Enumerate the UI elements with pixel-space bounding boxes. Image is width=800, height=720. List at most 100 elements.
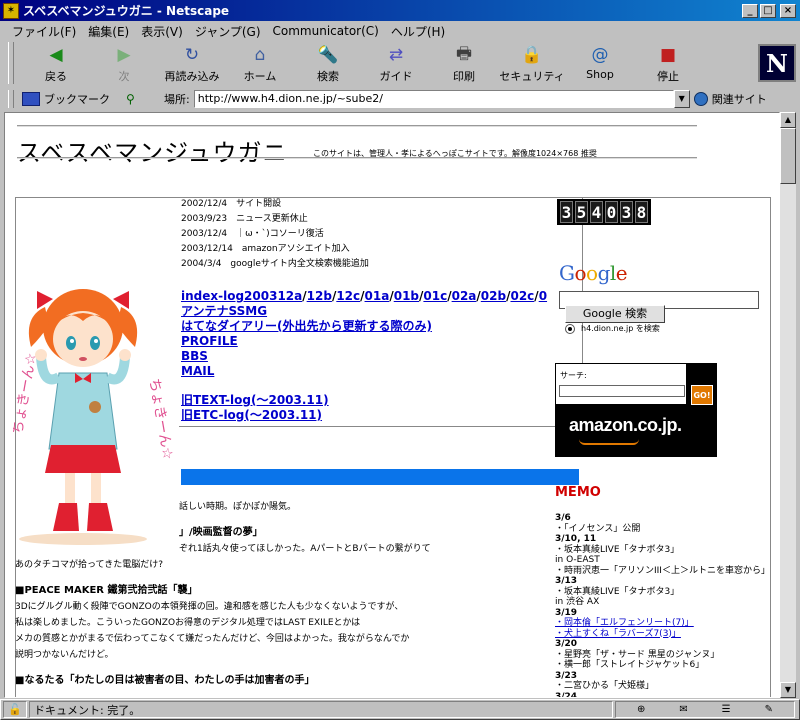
memo-date: 3/10, 11 xyxy=(555,534,597,544)
memo-link[interactable]: ・岡本倫「エルフェンリート(7)」 xyxy=(555,618,770,629)
amazon-go-button[interactable]: GO! xyxy=(691,385,713,405)
bbs-link[interactable]: BBS xyxy=(181,349,208,363)
mail-tray-icon[interactable]: ✉ xyxy=(679,704,687,715)
log-link[interactable]: 0 xyxy=(539,289,547,303)
log-link[interactable]: 02a xyxy=(452,289,477,303)
log-link[interactable]: 01c xyxy=(423,289,447,303)
menu-help[interactable]: ヘルプ(H) xyxy=(385,23,451,40)
memo-link[interactable]: ・犬上すくね「ラバーズ7(3)」 xyxy=(555,629,770,640)
navigation-toolbar: ◀ 戻る ▶ 次 ↻ 再読み込み ⌂ ホーム 🔦 検索 ⇄ ガイド 🖶 印刷 🔒… xyxy=(0,42,800,88)
netscape-logo[interactable]: N xyxy=(758,44,796,82)
log-link[interactable]: 01b xyxy=(394,289,419,303)
toolbar-grip[interactable] xyxy=(8,42,14,84)
shop-icon: @ xyxy=(591,45,609,65)
shop-button[interactable]: @ Shop xyxy=(566,42,634,86)
old-etc-log-link[interactable]: 旧ETC-log(〜2003.11) xyxy=(181,408,322,422)
related-sites-button[interactable]: 関連サイト xyxy=(693,91,767,107)
reload-button[interactable]: ↻ 再読み込み xyxy=(158,42,226,86)
maximize-button[interactable]: □ xyxy=(760,3,776,18)
svg-text:ちょきーん☆: ちょきーん☆ xyxy=(13,351,40,435)
old-text-log-link[interactable]: 旧TEXT-log(〜2003.11) xyxy=(181,393,329,407)
url-dropdown-button[interactable]: ▼ xyxy=(673,90,690,108)
menu-edit[interactable]: 編集(E) xyxy=(82,23,135,40)
menu-go[interactable]: ジャンプ(G) xyxy=(189,23,267,40)
security-label: セキュリティ xyxy=(499,70,565,83)
memo-date: 3/6 xyxy=(555,513,571,523)
mail-link[interactable]: MAIL xyxy=(181,364,214,378)
memo-item: ・二宮ひかる「犬姫様」 xyxy=(555,681,655,691)
search-button[interactable]: 🔦 検索 xyxy=(294,42,362,86)
minimize-button[interactable]: _ xyxy=(742,3,758,18)
vertical-scrollbar[interactable]: ▲ ▼ xyxy=(780,112,796,698)
log-link[interactable]: 01a xyxy=(365,289,390,303)
scroll-up-button[interactable]: ▲ xyxy=(780,112,796,128)
google-site-radio[interactable]: h4.dion.ne.jp を検索 xyxy=(565,323,660,334)
news-line: あのタチコマが拾ってきた電脳だけ? xyxy=(15,560,164,570)
location-grip[interactable] xyxy=(8,90,14,108)
menu-file[interactable]: ファイル(F) xyxy=(6,23,82,40)
security-status-icon[interactable]: 🔓 xyxy=(3,701,27,718)
memo-item: ・星野亮「ザ・サード 黒星のジャンヌ」 xyxy=(555,649,720,660)
page-content: スベスベマンジュウガニ このサイトは、管理人・孝によるへっぽこサイトです。解像度… xyxy=(4,112,780,698)
google-search-button[interactable]: Google 検索 xyxy=(565,305,665,323)
search-icon: 🔦 xyxy=(317,45,339,65)
memo-item: ・横一郎「ストレイトジャケット6」 xyxy=(555,660,705,670)
forward-button[interactable]: ▶ 次 xyxy=(90,42,158,86)
navigator-tray-icon[interactable]: ⊕ xyxy=(637,704,645,715)
page-proxy-icon[interactable]: ⚲ xyxy=(126,92,140,106)
log-link[interactable]: index-log200312a xyxy=(181,289,302,303)
memo-date: 3/23 xyxy=(555,670,578,681)
reload-icon: ↻ xyxy=(184,45,200,65)
amazon-logo[interactable]: amazon.co.jp. xyxy=(569,415,682,436)
home-button[interactable]: ⌂ ホーム xyxy=(226,42,294,86)
security-button[interactable]: 🔒 セキュリティ xyxy=(498,42,566,86)
menu-bar: ファイル(F) 編集(E) 表示(V) ジャンプ(G) Communicator… xyxy=(0,21,800,41)
forward-arrow-icon: ▶ xyxy=(117,45,131,65)
amazon-search-input[interactable] xyxy=(559,385,685,397)
google-logo: Google xyxy=(559,261,628,285)
counter-digit: 0 xyxy=(605,201,618,223)
counter-digit: 3 xyxy=(620,201,633,223)
scroll-thumb[interactable] xyxy=(780,128,796,184)
svg-text:ちょきーん☆: ちょきーん☆ xyxy=(146,377,173,461)
news-line: 話しい時期。ぽかぽか陽気。 xyxy=(179,502,297,512)
composer-tray-icon[interactable]: ✎ xyxy=(765,704,773,715)
history-entry: 2003/12/4 ｜ω・`)コソーリ復活 xyxy=(181,229,324,239)
history-entry: 2003/12/14 amazonアソシエイト加入 xyxy=(181,244,350,254)
log-link[interactable]: 02c xyxy=(510,289,534,303)
title-rule-top xyxy=(17,125,697,127)
netscape-app-icon[interactable]: ✶ xyxy=(3,2,19,19)
guide-button[interactable]: ⇄ ガイド xyxy=(362,42,430,86)
log-link[interactable]: 12b xyxy=(307,289,332,303)
news-heading: ■なるたる「わたしの目は被害者の目、わたしの手は加害者の手」 xyxy=(15,675,315,686)
search-label: 検索 xyxy=(317,70,339,83)
url-field[interactable]: http://www.h4.dion.ne.jp/~sube2/ xyxy=(193,90,674,108)
close-button[interactable]: × xyxy=(780,3,796,18)
site-title: スベスベマンジュウガニ xyxy=(17,139,288,167)
stop-button[interactable]: ■ 停止 xyxy=(634,42,702,86)
reload-label: 再読み込み xyxy=(164,70,220,83)
print-button[interactable]: 🖶 印刷 xyxy=(430,42,498,86)
bookmarks-button[interactable]: ブックマーク xyxy=(22,91,110,107)
newsgroups-tray-icon[interactable]: ☰ xyxy=(722,704,731,715)
guide-icon: ⇄ xyxy=(388,45,404,65)
amazon-search-label: サーチ: xyxy=(560,371,587,380)
scroll-down-button[interactable]: ▼ xyxy=(780,682,796,698)
hatena-diary-link[interactable]: はてなダイアリー(外出先から更新する際のみ) xyxy=(181,319,432,333)
menu-view[interactable]: 表示(V) xyxy=(135,23,189,40)
log-link[interactable]: 02b xyxy=(481,289,506,303)
back-button[interactable]: ◀ 戻る xyxy=(22,42,90,86)
antenna-link[interactable]: アンテナSSMG xyxy=(181,304,267,318)
counter-digit: 5 xyxy=(575,201,588,223)
title-rule-bottom xyxy=(17,157,697,159)
memo-item: in O-EAST xyxy=(555,555,600,565)
log-link[interactable]: 12c xyxy=(336,289,360,303)
news-heading: 」/映画監督の夢」 xyxy=(179,527,263,538)
memo-item: ・坂本真綾LIVE「タナボタ3」 xyxy=(555,544,680,555)
stop-icon: ■ xyxy=(659,45,677,65)
radio-selected-icon[interactable] xyxy=(565,323,575,334)
profile-link[interactable]: PROFILE xyxy=(181,334,238,348)
menu-communicator[interactable]: Communicator(C) xyxy=(267,24,385,38)
update-history: 2002/12/4 サイト開設 2003/9/23 ニュース更新休止 2003/… xyxy=(181,197,369,272)
window-title: スベスベマンジュウガニ - Netscape xyxy=(23,4,230,18)
